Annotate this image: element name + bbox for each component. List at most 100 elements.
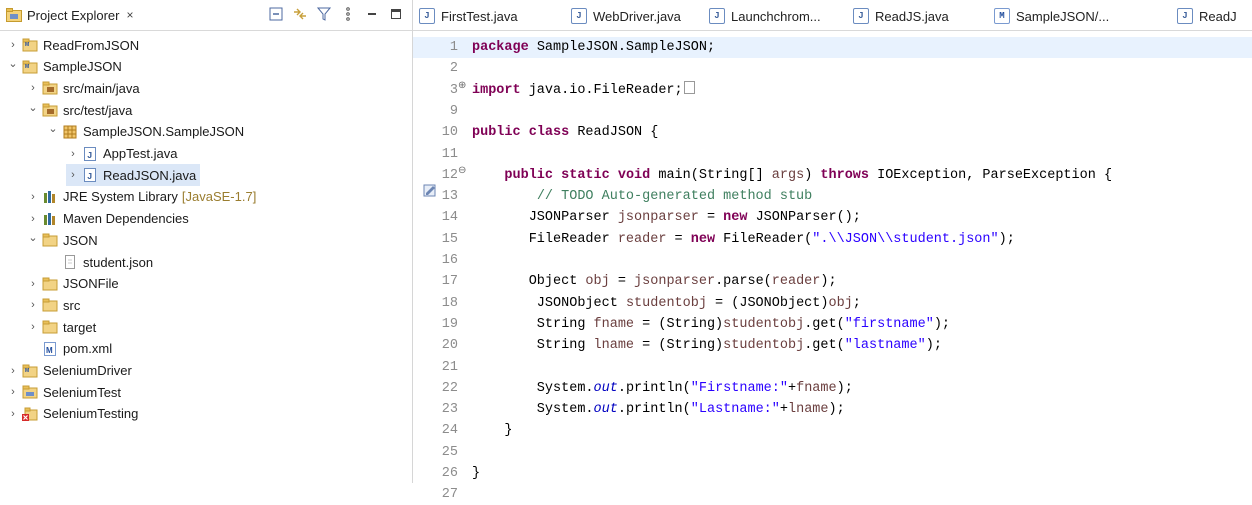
folder-icon [42, 319, 58, 335]
project-explorer-icon [6, 8, 22, 22]
tree-item-label: SeleniumTesting [43, 406, 139, 422]
code-editor: J FirstTest.java J WebDriver.java J Launchchr… [413, 0, 1252, 502]
collapsed-arrow-icon[interactable]: › [66, 169, 80, 181]
view-menu-icon[interactable] [340, 6, 356, 22]
tree-item-src-test-java[interactable]: ⌄ src/test/java [26, 99, 132, 121]
tree-item-jsonfile[interactable]: › JSONFile [26, 273, 118, 295]
code-line[interactable]: 12 ⊖ public static void main(String[] arg… [413, 165, 1252, 186]
editor-tab-samplejson[interactable]: M SampleJSON/... [994, 6, 1109, 26]
tree-item-label: pom.xml [63, 341, 113, 357]
source-folder-icon [42, 102, 58, 118]
expanded-arrow-icon[interactable]: ⌄ [46, 122, 60, 135]
tree-item-seleniumtesting[interactable]: › SeleniumTesting [6, 403, 138, 425]
editor-tab-launchchrom[interactable]: J Launchchrom... [709, 6, 821, 26]
tree-item-src-main-java[interactable]: › src/main/java [26, 77, 139, 99]
line-number: 16 [441, 253, 458, 268]
tree-item-label: JSON [63, 232, 98, 248]
tree-item-src[interactable]: › src [26, 294, 80, 316]
tree-item-samplejson-samplejson[interactable]: ⌄ SampleJSON.SampleJSON [46, 121, 244, 143]
code-line[interactable]: 10 public class ReadJSON { [413, 122, 1252, 143]
collapsed-arrow-icon[interactable]: › [6, 408, 20, 420]
tree-item-maven-dependencies[interactable]: › Maven Dependencies [26, 208, 189, 230]
maven-project-icon: M [22, 363, 38, 379]
code-line[interactable]: 1 package SampleJSON.SampleJSON; [413, 37, 1252, 58]
folder-icon [42, 232, 58, 248]
collapsed-arrow-icon[interactable]: › [66, 148, 80, 160]
code-line[interactable]: 9 [413, 101, 1252, 122]
line-number: 1 [449, 40, 458, 55]
minimize-icon[interactable] [364, 6, 380, 22]
code-line[interactable]: 25 [413, 442, 1252, 463]
editor-tab-firsttest-java[interactable]: J FirstTest.java [419, 6, 518, 26]
collapsed-arrow-icon[interactable]: › [26, 191, 40, 203]
line-number: 2 [449, 61, 458, 77]
line-number: 18 [441, 295, 458, 311]
collapsed-arrow-icon[interactable]: › [6, 39, 20, 51]
collapsed-arrow-icon[interactable]: › [26, 278, 40, 290]
line-source: String fname = (String)studentobj.get("f… [472, 316, 951, 332]
code-line[interactable]: 2 [413, 58, 1252, 79]
collapsed-arrow-icon[interactable]: › [26, 213, 40, 225]
tree-item-target[interactable]: › target [26, 316, 96, 338]
code-line[interactable]: 20 String lname = (String)studentobj.get… [413, 335, 1252, 356]
expanded-arrow-icon[interactable]: ⌄ [6, 57, 20, 70]
code-line[interactable]: 11 [413, 144, 1252, 165]
java-file-icon: J [82, 146, 98, 162]
project-explorer-tab[interactable]: Project Explorer × [6, 5, 134, 25]
tree-item-label: src [63, 297, 81, 313]
collapsed-arrow-icon[interactable]: › [6, 386, 20, 398]
code-line[interactable]: 13 // TODO Auto-generated method stub [413, 186, 1252, 207]
code-line[interactable]: 18 JSONObject studentobj = (JSONObject)o… [413, 293, 1252, 314]
code-line[interactable]: 26} [413, 463, 1252, 484]
filter-icon[interactable] [316, 6, 332, 22]
code-line[interactable]: 15 FileReader reader = new FileReader(".… [413, 229, 1252, 250]
editor-tab-label: FirstTest.java [441, 8, 518, 24]
tree-item-seleniumtest[interactable]: › SeleniumTest [6, 381, 121, 403]
link-with-editor-icon[interactable] [292, 6, 308, 22]
code-line[interactable]: 17 Object obj = jsonparser.parse(reader)… [413, 271, 1252, 292]
code-line[interactable]: 24 } [413, 420, 1252, 441]
collapsed-arrow-icon[interactable]: › [26, 82, 40, 94]
line-source: String lname = (String)studentobj.get("l… [472, 338, 942, 354]
line-source: System.out.println("Firstname:"+fname); [472, 380, 853, 396]
expanded-arrow-icon[interactable]: ⌄ [26, 101, 40, 114]
close-icon[interactable]: × [126, 8, 133, 22]
tree-item-pom-xml[interactable]: Mpom.xml [26, 338, 112, 360]
library-version-decoration: [JavaSE-1.7] [181, 189, 257, 205]
editor-tab-readjs-java[interactable]: J ReadJS.java [853, 6, 949, 26]
fold-collapse-icon[interactable]: ⊖ [458, 161, 466, 182]
code-line[interactable]: 21 [413, 357, 1252, 378]
collapsed-arrow-icon[interactable]: › [26, 299, 40, 311]
code-line[interactable]: 23 System.out.println("Lastname:"+lname)… [413, 399, 1252, 420]
editor-tab-webdriver-java[interactable]: J WebDriver.java [571, 6, 681, 26]
tree-item-readfromjson[interactable]: › M ReadFromJSON [6, 34, 139, 56]
code-line[interactable]: 3 ⊕ import java.io.FileReader; [413, 80, 1252, 101]
code-line[interactable]: 14 JSONParser jsonparser = new JSONParse… [413, 207, 1252, 228]
tree-item-seleniumdriver[interactable]: › M SeleniumDriver [6, 360, 132, 382]
code-line[interactable]: 27 [413, 484, 1252, 505]
collapsed-arrow-icon[interactable]: › [26, 321, 40, 333]
svg-text:M: M [25, 42, 29, 48]
tree-item-label: student.json [83, 254, 154, 270]
code-line[interactable]: 22 System.out.println("Firstname:"+fname… [413, 378, 1252, 399]
maximize-icon[interactable] [388, 6, 404, 22]
code-line[interactable]: 16 [413, 250, 1252, 271]
tree-item-readjson-java[interactable]: › J ReadJSON.java [66, 164, 201, 187]
tree-item-apptest-java[interactable]: › J AppTest.java [66, 143, 177, 165]
line-source: public static void main(String[] args) t… [504, 167, 1113, 183]
collapse-all-icon[interactable] [268, 6, 284, 22]
tree-item-samplejson[interactable]: ⌄ M SampleJSON [6, 56, 121, 78]
line-number: 13 [441, 189, 458, 205]
tree-item-jre-system-library[interactable]: › JRE System Library [JavaSE-1.7] [26, 186, 256, 208]
fold-expand-icon[interactable]: ⊕ [458, 76, 466, 97]
line-number: 12 [441, 167, 458, 183]
tree-item-json[interactable]: ⌄ JSON [26, 229, 98, 251]
library-icon [42, 211, 58, 227]
expanded-arrow-icon[interactable]: ⌄ [26, 231, 40, 244]
svg-text:J: J [87, 151, 92, 161]
editor-tab-readj[interactable]: J ReadJ [1177, 6, 1237, 26]
code-line[interactable]: 19 String fname = (String)studentobj.get… [413, 314, 1252, 335]
tree-item-student-json[interactable]: student.json [46, 251, 153, 273]
collapsed-arrow-icon[interactable]: › [6, 365, 20, 377]
line-number: 21 [441, 359, 458, 375]
